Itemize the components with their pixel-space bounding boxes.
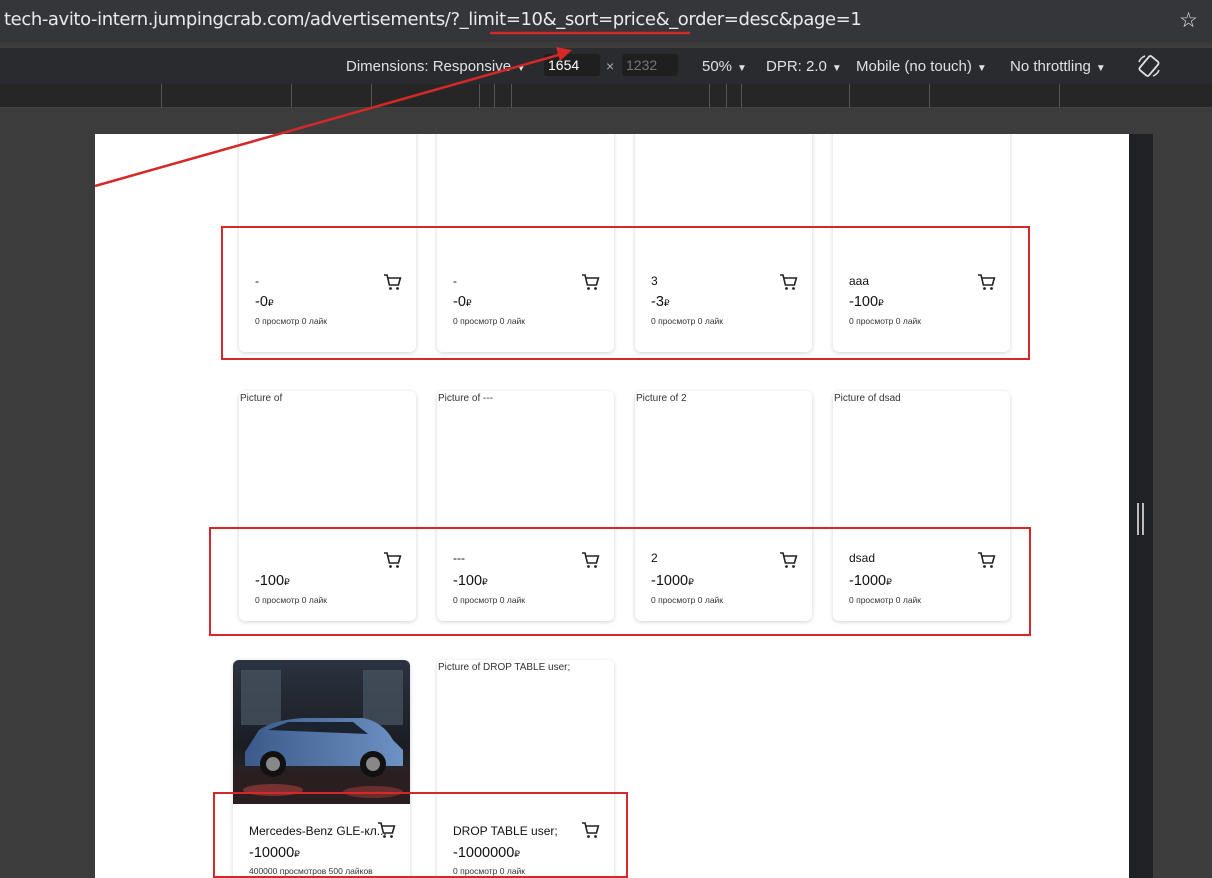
dimensions-dropdown[interactable]: Dimensions: Responsive ▼ <box>346 58 526 75</box>
rotate-icon[interactable] <box>1136 54 1162 78</box>
chevron-down-icon: ▼ <box>516 63 526 74</box>
width-input[interactable]: 1654 <box>544 54 600 76</box>
car-photo <box>233 660 410 804</box>
dpr-dropdown[interactable]: DPR: 2.0 ▼ <box>766 58 842 75</box>
device-dropdown[interactable]: Mobile (no touch) ▼ <box>856 58 987 75</box>
zoom-dropdown[interactable]: 50% ▼ <box>702 58 747 75</box>
ad-image-broken: Picture of 2 <box>636 393 687 404</box>
dpr-label: DPR: 2.0 <box>766 58 827 75</box>
throttling-label: No throttling <box>1010 58 1091 75</box>
chevron-down-icon: ▼ <box>737 63 747 74</box>
zoom-label: 50% <box>702 58 733 75</box>
chevron-down-icon: ▼ <box>1095 63 1106 74</box>
address-bar[interactable]: tech-avito-intern.jumpingcrab.com/advert… <box>0 0 1212 42</box>
media-query-ruler[interactable] <box>0 84 1212 108</box>
resize-handle[interactable] <box>1137 503 1144 535</box>
ad-image-broken: Picture of --- <box>438 393 494 404</box>
throttling-dropdown[interactable]: No throttling ▼ <box>1010 58 1106 75</box>
annotation-box-row1 <box>221 226 1030 360</box>
times-icon: × <box>606 58 615 74</box>
height-input[interactable]: 1232 <box>622 54 678 76</box>
chevron-down-icon: ▼ <box>831 63 842 74</box>
url-text[interactable]: tech-avito-intern.jumpingcrab.com/advert… <box>4 9 862 30</box>
annotation-box-row3 <box>213 792 628 878</box>
ad-image-broken: Picture of DROP TABLE user; <box>438 662 571 673</box>
ad-image-broken: Picture of dsad <box>834 393 901 404</box>
device-label: Mobile (no touch) <box>856 58 972 75</box>
chevron-down-icon: ▼ <box>976 63 987 74</box>
star-icon[interactable]: ☆ <box>1179 8 1198 33</box>
annotation-box-row2 <box>209 527 1031 636</box>
dimensions-label: Dimensions: Responsive <box>346 58 512 75</box>
ad-image-broken: Picture of <box>240 393 283 404</box>
devtools-toolbar: Dimensions: Responsive ▼ 1654 × 1232 50% ▼… <box>0 48 1212 84</box>
